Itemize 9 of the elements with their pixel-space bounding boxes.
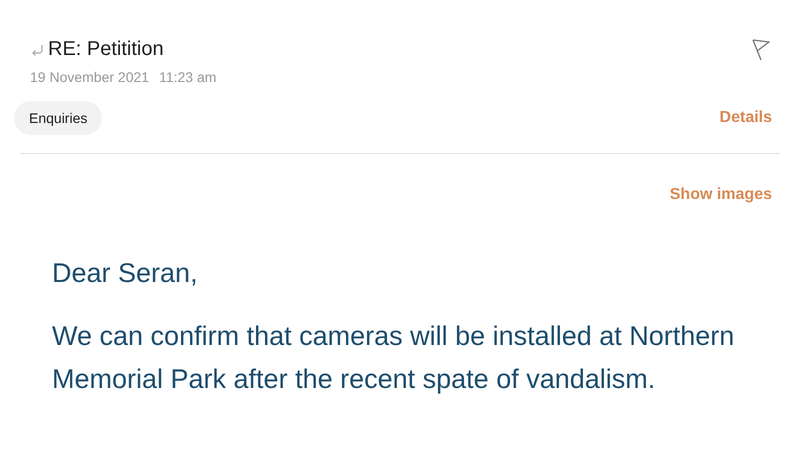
greeting-text: Dear Seran, bbox=[52, 258, 199, 289]
show-images-link[interactable]: Show images bbox=[670, 186, 772, 204]
details-link[interactable]: Details bbox=[720, 109, 772, 127]
flag-icon[interactable] bbox=[750, 38, 772, 62]
email-subject: RE: Petitition bbox=[48, 38, 164, 61]
folder-chip[interactable]: Enquiries bbox=[14, 101, 102, 135]
email-date: 19 November 2021 bbox=[30, 69, 150, 85]
email-time: 11:23 am bbox=[159, 69, 216, 85]
message-paragraph: We can confirm that cameras will be installed at Northern Memorial Park after the recent spate of vandalism. bbox=[52, 320, 736, 396]
